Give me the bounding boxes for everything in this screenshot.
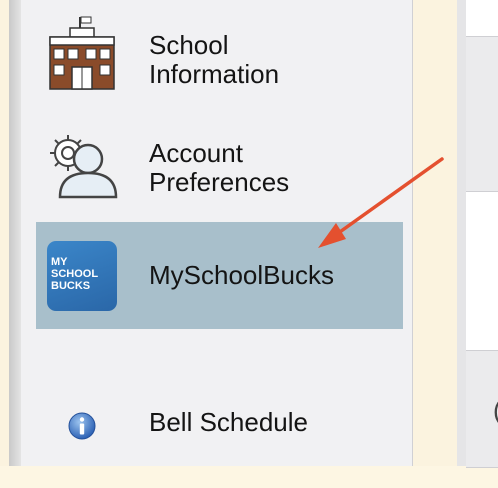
sidebar-item-label: School Information xyxy=(149,30,280,89)
sidebar-item-label: Bell Schedule xyxy=(149,407,308,437)
school-building-icon xyxy=(36,8,128,98)
myschoolbucks-logo: MY SCHOOL BUCKS xyxy=(47,240,117,311)
sidebar-item-label: MySchoolBucks xyxy=(149,260,334,290)
sidebar-item-label: Account Preferences xyxy=(149,138,290,197)
myschoolbucks-logo-icon: MY SCHOOL BUCKS xyxy=(36,222,128,329)
info-icon xyxy=(36,402,128,450)
left-edge-scrollbar xyxy=(9,0,21,466)
left-edge-strip xyxy=(0,0,21,466)
panel-cell xyxy=(466,36,498,192)
annotation-arrow-icon xyxy=(318,157,444,248)
partial-text: ( xyxy=(493,395,498,426)
user-gear-icon xyxy=(36,120,128,210)
sidebar-item-school-information[interactable]: School Information xyxy=(21,0,412,108)
sidebar-item-bell-schedule[interactable]: Bell Schedule xyxy=(21,380,412,488)
